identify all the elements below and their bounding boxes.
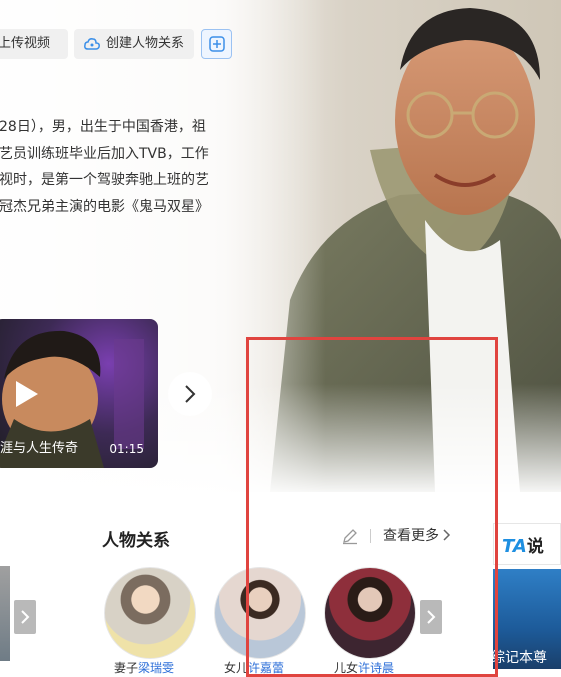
relation-label: 儿女许诗晨 [334,659,394,676]
view-more-label: 查看更多 [383,528,439,544]
avatar[interactable] [324,567,416,659]
ta-logo: TA说 [502,532,544,557]
relation-name[interactable]: 梁瑞雯 [138,661,174,675]
summary-line: 28日），男，出生于中国香港，祖 [0,119,206,135]
relation-cloud-icon [84,38,100,50]
view-more-link[interactable]: 查看更多 [383,525,451,545]
ta-header: TA说 [493,523,561,565]
relations-next-button[interactable] [420,600,442,634]
chevron-right-icon [21,610,30,624]
relation-label: 女儿许嘉蕾 [224,659,284,676]
relation-name[interactable]: 许嘉蕾 [248,661,284,675]
video-card[interactable]: 涯与人生传奇 01:15 [0,319,158,468]
left-partial-thumbnail [0,566,10,661]
chevron-right-icon [443,529,451,541]
play-icon[interactable] [8,377,42,411]
ta-logo-shuo: 说 [526,537,544,557]
relation-name[interactable]: 许诗晨 [358,661,394,675]
chevron-right-icon [185,385,196,403]
upload-video-label: 上传视频 [0,36,51,51]
add-button[interactable] [201,29,232,59]
video-title: 涯与人生传奇 [0,441,79,456]
avatar[interactable] [104,567,196,659]
relation-role: 女儿 [224,661,249,675]
edit-icon[interactable] [341,527,359,545]
ta-panel[interactable]: TA说 综记本尊 [493,523,561,669]
summary-line: 视时，是第一个驾驶奔驰上班的艺 [0,172,209,188]
video-duration: 01:15 [109,442,144,456]
carousel-next-button[interactable] [168,372,212,416]
chevron-right-icon [427,610,436,624]
relations-title: 人物关系 [102,531,170,551]
relation-role: 妻子 [114,661,139,675]
upload-video-button[interactable]: 上传视频 [0,29,68,59]
create-relation-button[interactable]: 创建人物关系 [74,29,194,59]
summary-text: 28日），男，出生于中国香港，祖 艺员训练班毕业后加入TVB，工作 视时，是第一… [0,114,239,220]
relation-role: 儿女 [334,661,359,675]
summary-line: 艺员训练班毕业后加入TVB，工作 [0,145,209,162]
avatar[interactable] [214,567,306,659]
plus-icon [208,36,225,52]
create-relation-label: 创建人物关系 [106,36,185,51]
summary-line: 冠杰兄弟主演的电影《鬼马双星》 [0,198,209,215]
relation-label: 妻子梁瑞雯 [114,659,174,676]
divider [370,529,371,543]
relations-prev-button[interactable] [14,600,36,634]
ta-logo-ta: TA [502,536,527,557]
ta-caption: 综记本尊 [493,650,547,666]
